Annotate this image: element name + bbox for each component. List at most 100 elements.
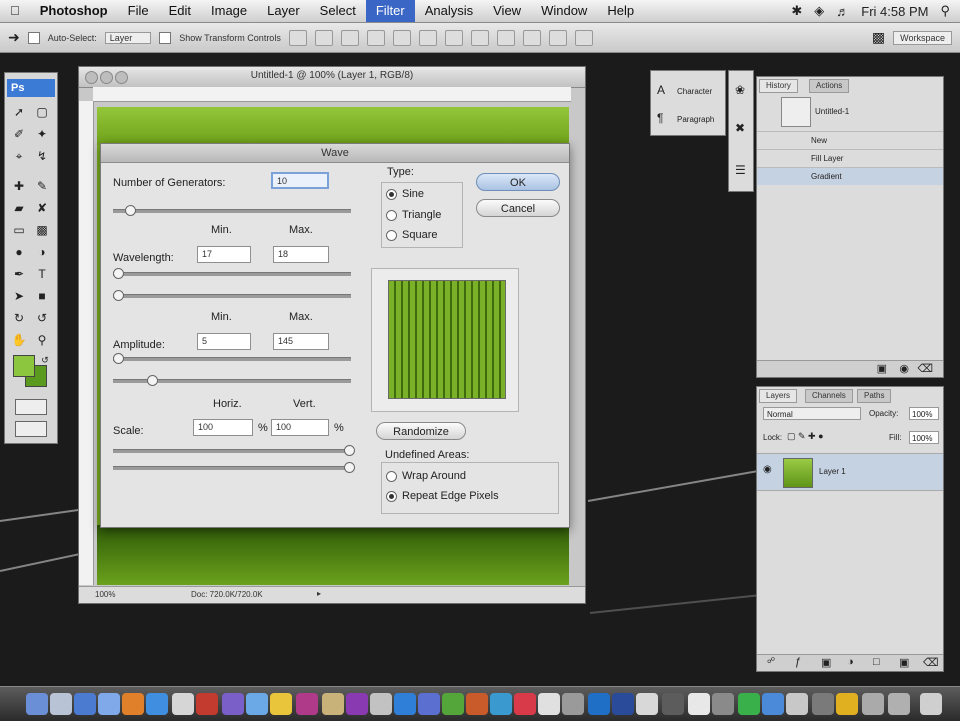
history-snapshot-name[interactable]: Untitled-1	[815, 107, 849, 116]
zoom-tool-icon[interactable]: ⚲	[32, 331, 52, 349]
utility-app-icon[interactable]	[562, 693, 584, 715]
history-item-fill-layer[interactable]: Fill Layer	[757, 149, 943, 167]
foreground-color-swatch[interactable]	[13, 355, 35, 377]
history-tab[interactable]: History	[759, 79, 798, 93]
paths-tab[interactable]: Paths	[857, 389, 892, 403]
menu-view[interactable]: View	[483, 0, 531, 22]
menu-layer[interactable]: Layer	[257, 0, 310, 22]
fill-input[interactable]: 100%	[909, 431, 939, 444]
green-app-icon[interactable]	[738, 693, 760, 715]
blue-app-icon[interactable]	[612, 693, 634, 715]
swap-colors-icon[interactable]: ↺	[35, 351, 55, 369]
hand-tool-icon[interactable]: ✋	[9, 331, 29, 349]
wifi-icon[interactable]: ◈	[814, 3, 824, 19]
yellow-stack-icon[interactable]	[836, 693, 858, 715]
crop-tool-icon[interactable]: ⌖	[9, 147, 29, 165]
menu-edit[interactable]: Edit	[159, 0, 201, 22]
history-item-gradient[interactable]: Gradient	[757, 167, 943, 185]
wavelength-min-slider[interactable]	[113, 268, 351, 279]
align-right-button[interactable]	[418, 29, 437, 46]
bridge-icon[interactable]: ▩	[872, 29, 885, 46]
align-middle-button[interactable]	[314, 29, 333, 46]
script-app-icon[interactable]	[346, 693, 368, 715]
clone-source-icon[interactable]: ✖	[735, 121, 745, 135]
downloads-stack-icon[interactable]	[786, 693, 808, 715]
guitar-app-icon[interactable]	[466, 693, 488, 715]
amplitude-min-slider[interactable]	[113, 353, 351, 364]
ok-button[interactable]: OK	[476, 173, 560, 191]
auto-select-dropdown[interactable]: Layer	[104, 31, 152, 44]
show-transform-checkbox[interactable]	[159, 31, 172, 44]
menu-select[interactable]: Select	[310, 0, 366, 22]
character-icon[interactable]: A	[657, 83, 665, 97]
safari-icon[interactable]	[74, 693, 96, 715]
screen-mode-icon[interactable]	[15, 421, 47, 437]
type-sine-radio[interactable]	[386, 189, 397, 200]
layer-style-icon[interactable]: ƒ	[795, 656, 801, 668]
system-app-icon[interactable]	[370, 693, 392, 715]
amplitude-max-thumb[interactable]	[147, 375, 158, 386]
distribute-right-button[interactable]	[574, 29, 593, 46]
history-snapshot-thumbnail[interactable]	[781, 97, 811, 127]
scale-horizontal-input[interactable]: 100	[193, 419, 253, 436]
shape-tool-icon[interactable]: ■	[32, 287, 52, 305]
distribute-middle-button[interactable]	[470, 29, 489, 46]
amplitude-max-slider[interactable]	[113, 375, 351, 386]
gray-app-icon[interactable]	[712, 693, 734, 715]
text-app-icon[interactable]	[688, 693, 710, 715]
delete-layer-icon[interactable]: ⌫	[923, 656, 939, 669]
new-layer-icon[interactable]: ▣	[899, 656, 909, 669]
3d-orbit-tool-icon[interactable]: ↺	[32, 309, 52, 327]
black-app-icon[interactable]	[662, 693, 684, 715]
layers-tab[interactable]: Layers	[759, 389, 798, 403]
menu-help[interactable]: Help	[597, 0, 644, 22]
channels-tab[interactable]: Channels	[805, 389, 853, 403]
scale-vertical-slider[interactable]	[113, 462, 355, 473]
paragraph-icon[interactable]: ¶	[657, 111, 663, 125]
blur-tool-icon[interactable]: ●	[9, 243, 29, 261]
mail-icon[interactable]	[98, 693, 120, 715]
star-app-icon[interactable]	[322, 693, 344, 715]
gradient-tool-icon[interactable]: ▩	[32, 221, 52, 239]
itunes-blue-icon[interactable]	[490, 693, 512, 715]
history-item-new[interactable]: New	[757, 131, 943, 149]
opacity-input[interactable]: 100%	[909, 407, 939, 420]
generators-input[interactable]: 10	[271, 172, 329, 189]
wavelength-min-input[interactable]: 17	[197, 246, 251, 263]
network-app-icon[interactable]	[762, 693, 784, 715]
healing-brush-tool-icon[interactable]: ✚	[9, 177, 29, 195]
clock[interactable]: Fri 4:58 PM	[861, 4, 928, 19]
eyedropper-tool-icon[interactable]: ↯	[32, 147, 52, 165]
trash-icon[interactable]	[920, 693, 942, 715]
lock-icons[interactable]: ▢ ✎ ✚ ●	[787, 431, 824, 442]
layer-name[interactable]: Layer 1	[819, 467, 846, 476]
randomize-button[interactable]: Randomize	[376, 422, 466, 440]
scale-vertical-thumb[interactable]	[344, 462, 355, 473]
cancel-button[interactable]: Cancel	[476, 199, 560, 217]
menu-window[interactable]: Window	[531, 0, 597, 22]
scale-horizontal-slider[interactable]	[113, 445, 355, 456]
excel-icon[interactable]	[442, 693, 464, 715]
generators-slider-thumb[interactable]	[125, 205, 136, 216]
wave-preview[interactable]	[388, 280, 506, 399]
layer-mask-icon[interactable]: ▣	[821, 656, 831, 669]
wavelength-max-slider[interactable]	[113, 290, 351, 301]
document-app-icon[interactable]	[636, 693, 658, 715]
move-tool-icon[interactable]: ➚	[9, 103, 29, 121]
path-selection-tool-icon[interactable]: ➤	[9, 287, 29, 305]
type-square-radio[interactable]	[386, 230, 397, 241]
app-menu[interactable]: Photoshop	[30, 0, 118, 22]
pen-tool-icon[interactable]: ✒	[9, 265, 29, 283]
iphoto-icon[interactable]	[246, 693, 268, 715]
document-title-bar[interactable]: Untitled-1 @ 100% (Layer 1, RGB/8)	[79, 67, 585, 88]
quick-mask-icon[interactable]	[15, 399, 47, 415]
magic-wand-tool-icon[interactable]: ✦	[32, 125, 52, 143]
itunes-icon[interactable]	[222, 693, 244, 715]
new-snapshot-icon[interactable]: ◉	[899, 362, 909, 375]
ical-icon[interactable]	[196, 693, 218, 715]
wavelength-min-thumb[interactable]	[113, 268, 124, 279]
eraser-tool-icon[interactable]: ▭	[9, 221, 29, 239]
menu-analysis[interactable]: Analysis	[415, 0, 483, 22]
amplitude-max-input[interactable]: 145	[273, 333, 329, 350]
move-tool-icon[interactable]: ➜	[8, 29, 20, 46]
